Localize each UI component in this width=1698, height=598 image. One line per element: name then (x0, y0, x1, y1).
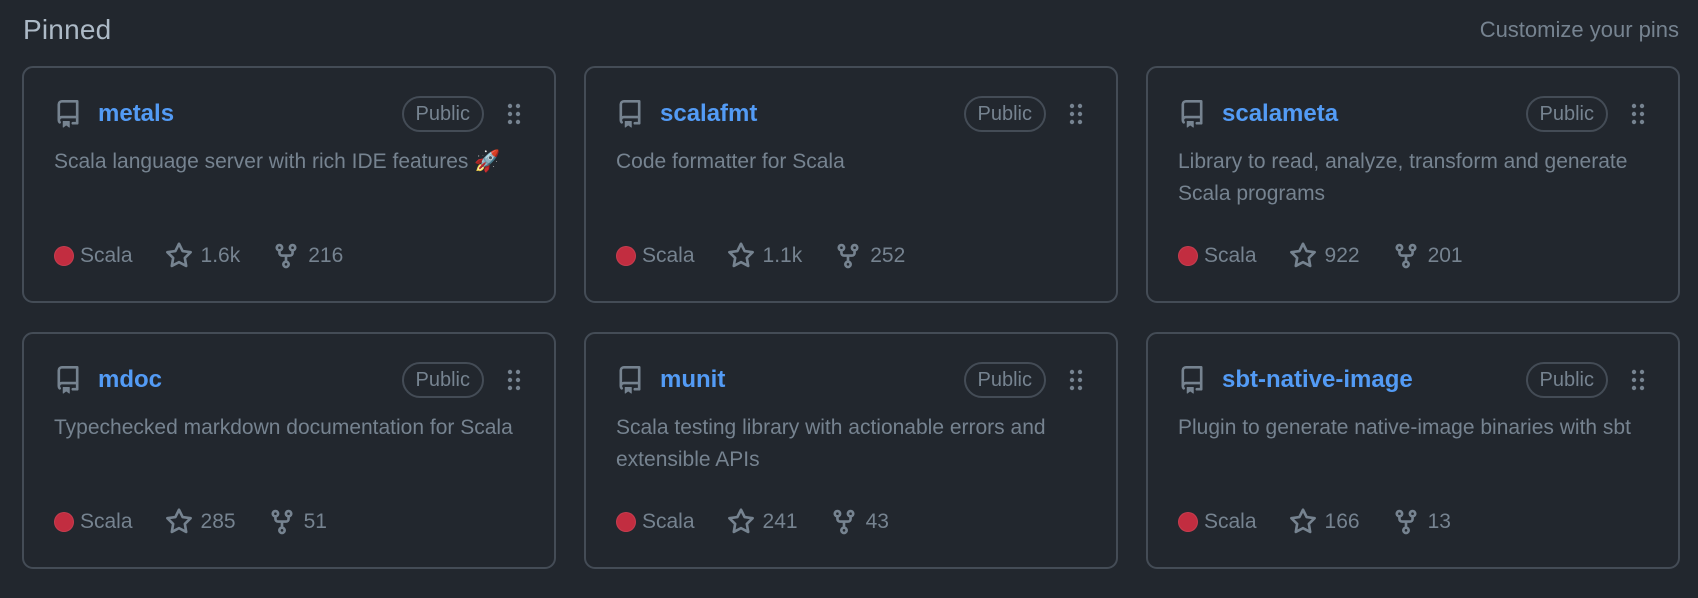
repo-description: Code formatter for Scala (616, 150, 845, 173)
star-icon (165, 508, 192, 534)
stars-link[interactable]: 166 (1289, 508, 1360, 536)
fork-count: 201 (1427, 244, 1463, 267)
stars-link[interactable]: 1.1k (727, 242, 803, 270)
repo-name-link[interactable]: scalafmt (660, 100, 964, 128)
grabber-icon[interactable] (504, 102, 524, 126)
pinned-repo-card: mdoc Public Typechecked markdown documen… (22, 332, 556, 569)
fork-count: 51 (303, 510, 327, 533)
pinned-repo-card: munit Public Scala testing library with … (584, 332, 1118, 569)
forks-link[interactable]: 216 (272, 242, 343, 270)
language-color-dot (1178, 246, 1198, 266)
grabber-icon[interactable] (1066, 368, 1086, 392)
language-color-dot (616, 512, 636, 532)
fork-count: 252 (870, 244, 906, 267)
section-title: Pinned (23, 14, 112, 45)
grabber-icon[interactable] (1066, 102, 1086, 126)
repo-icon (1178, 100, 1206, 128)
fork-count: 13 (1427, 510, 1451, 533)
forks-link[interactable]: 252 (834, 242, 905, 270)
grabber-icon[interactable] (504, 368, 524, 392)
forks-link[interactable]: 43 (830, 508, 889, 536)
repo-description: Scala testing library with actionable er… (616, 416, 1046, 471)
stars-link[interactable]: 241 (727, 508, 798, 536)
language-color-dot (616, 246, 636, 266)
visibility-badge: Public (401, 362, 484, 398)
pinned-repo-card: metals Public Scala language server with… (22, 66, 556, 303)
fork-icon (1395, 243, 1417, 269)
star-count: 1.1k (762, 244, 803, 267)
repo-meta: Scala 922 201 (1178, 242, 1495, 270)
repo-icon (616, 366, 644, 394)
repo-language: Scala (80, 510, 133, 533)
repo-language: Scala (1204, 244, 1257, 267)
pinned-header: Pinned Customize your pins (23, 14, 1679, 46)
visibility-badge: Public (401, 96, 484, 132)
stars-link[interactable]: 922 (1289, 242, 1360, 270)
repo-language: Scala (80, 244, 133, 267)
fork-icon (833, 509, 855, 535)
customize-pins-link[interactable]: Customize your pins (1480, 17, 1679, 43)
pinned-repo-card: scalameta Public Library to read, analyz… (1146, 66, 1680, 303)
language-color-dot (1178, 512, 1198, 532)
star-count: 1.6k (200, 244, 241, 267)
fork-count: 216 (308, 244, 344, 267)
repo-icon (54, 100, 82, 128)
fork-icon (275, 243, 297, 269)
repo-description: Typechecked markdown documentation for S… (54, 416, 513, 439)
repo-name-link[interactable]: mdoc (98, 366, 402, 394)
repo-language: Scala (642, 510, 695, 533)
repo-language: Scala (1204, 510, 1257, 533)
visibility-badge: Public (1525, 96, 1608, 132)
repo-description: Scala language server with rich IDE feat… (54, 150, 501, 173)
stars-link[interactable]: 1.6k (165, 242, 241, 270)
grabber-icon[interactable] (1628, 368, 1648, 392)
pinned-repo-card: sbt-native-image Public Plugin to genera… (1146, 332, 1680, 569)
language-color-dot (54, 512, 74, 532)
repo-description: Plugin to generate native-image binaries… (1178, 416, 1631, 439)
pinned-repo-card: scalafmt Public Code formatter for Scala… (584, 66, 1118, 303)
language-color-dot (54, 246, 74, 266)
fork-icon (1395, 509, 1417, 535)
star-count: 922 (1324, 244, 1360, 267)
repo-name-link[interactable]: sbt-native-image (1222, 366, 1526, 394)
star-icon (1289, 508, 1316, 534)
grabber-icon[interactable] (1628, 102, 1648, 126)
repo-icon (616, 100, 644, 128)
repo-icon (54, 366, 82, 394)
repo-name-link[interactable]: metals (98, 100, 402, 128)
pinned-grid: metals Public Scala language server with… (22, 66, 1680, 569)
visibility-badge: Public (1525, 362, 1608, 398)
repo-meta: Scala 285 51 (54, 508, 359, 536)
repo-meta: Scala 1.1k 252 (616, 242, 937, 270)
visibility-badge: Public (963, 362, 1046, 398)
star-icon (165, 242, 192, 268)
forks-link[interactable]: 13 (1392, 508, 1451, 536)
repo-meta: Scala 166 13 (1178, 508, 1483, 536)
star-count: 285 (200, 510, 236, 533)
forks-link[interactable]: 201 (1392, 242, 1463, 270)
star-count: 166 (1324, 510, 1360, 533)
fork-icon (837, 243, 859, 269)
repo-description: Library to read, analyze, transform and … (1178, 150, 1628, 205)
star-icon (1289, 242, 1316, 268)
repo-language: Scala (642, 244, 695, 267)
star-icon (727, 242, 754, 268)
repo-icon (1178, 366, 1206, 394)
fork-icon (271, 509, 293, 535)
fork-count: 43 (865, 510, 889, 533)
star-icon (727, 508, 754, 534)
repo-meta: Scala 1.6k 216 (54, 242, 375, 270)
repo-name-link[interactable]: scalameta (1222, 100, 1526, 128)
repo-meta: Scala 241 43 (616, 508, 921, 536)
visibility-badge: Public (963, 96, 1046, 132)
forks-link[interactable]: 51 (268, 508, 327, 536)
stars-link[interactable]: 285 (165, 508, 236, 536)
star-count: 241 (762, 510, 798, 533)
repo-name-link[interactable]: munit (660, 366, 964, 394)
